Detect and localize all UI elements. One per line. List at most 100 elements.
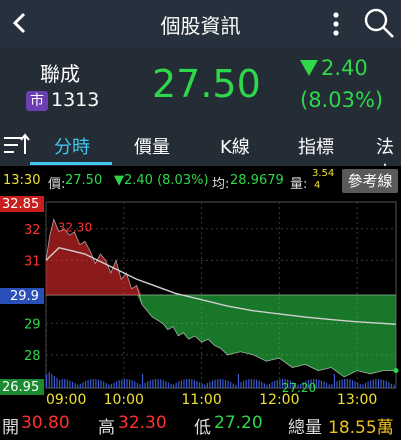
volume-bar-134 <box>219 379 221 388</box>
volume-bar-258 <box>380 379 382 388</box>
volume-bar-154 <box>245 379 247 388</box>
info-bar: 13:30 價: 27.50 ▼2.40 (8.03%) 均: 28.9679 … <box>0 166 401 196</box>
more-button[interactable] <box>326 8 346 40</box>
volume-bar-28 <box>82 382 84 388</box>
volume-bar-72 <box>139 384 141 388</box>
volume-bar-224 <box>336 381 338 388</box>
volume-bar-166 <box>261 381 263 388</box>
volume-bar-216 <box>326 382 328 388</box>
volume-bar-214 <box>323 381 325 388</box>
volume-bar-136 <box>222 379 224 388</box>
info-time: 13:30 <box>3 173 41 188</box>
x-tick-2: 11:00 <box>181 392 221 408</box>
volume-bar-152 <box>243 380 245 388</box>
volume-bar-114 <box>193 380 195 388</box>
price-change-percent: (8.03%) <box>300 88 384 112</box>
volume-bar-144 <box>232 383 234 388</box>
low-value: 27.20 <box>214 413 263 433</box>
volume-bar-80 <box>149 380 151 388</box>
volume-bar-148 <box>237 374 240 388</box>
volume-bar-138 <box>224 379 227 388</box>
volume-bar-46 <box>105 383 107 388</box>
total-volume-label: 總量 <box>288 418 322 438</box>
volume-bar-88 <box>160 379 162 388</box>
volume-bar-42 <box>100 380 102 388</box>
last-price: 27.50 <box>152 62 261 106</box>
volume-bar-102 <box>178 381 180 388</box>
summary-bar: 開 30.80 高 32.30 低 27.20 總量 18.55萬 <box>0 408 401 440</box>
volume-bar-156 <box>248 379 250 388</box>
reference-line-button[interactable]: 參考線 <box>342 169 398 193</box>
tab-menu-button[interactable] <box>2 132 30 158</box>
x-tick-0: 09:00 <box>46 392 86 408</box>
price-fill-down <box>46 295 396 377</box>
info-vol-bottom: 4 <box>314 180 321 191</box>
volume-bar-0 <box>46 374 48 388</box>
volume-bar-104 <box>180 380 183 388</box>
volume-bar-10 <box>58 380 61 388</box>
volume-bar-234 <box>349 379 351 388</box>
volume-bar-260 <box>383 380 385 388</box>
volume-bar-218 <box>328 384 330 388</box>
volume-bar-158 <box>250 379 253 388</box>
stock-name: 聯成 <box>40 62 80 86</box>
search-button[interactable] <box>362 6 396 40</box>
volume-bar-98 <box>173 384 175 388</box>
volume-bar-60 <box>123 379 125 388</box>
volume-bar-44 <box>103 381 105 388</box>
volume-bar-232 <box>346 379 348 388</box>
y-tick-3: 28 <box>24 349 41 364</box>
tab-price-volume[interactable]: 價量 <box>134 133 170 159</box>
volume-bar-6 <box>53 376 55 388</box>
volume-bar-116 <box>196 381 198 388</box>
info-change-value: 2.40 (8.03%) <box>124 173 209 188</box>
volume-bar-130 <box>214 379 216 388</box>
volume-bar-210 <box>318 379 320 388</box>
volume-bar-244 <box>362 384 364 388</box>
volume-bar-8 <box>56 378 58 388</box>
volume-bar-128 <box>211 380 214 388</box>
volume-bar-22 <box>74 383 76 388</box>
volume-bar-170 <box>266 384 268 388</box>
volume-bar-84 <box>154 379 157 388</box>
volume-bar-18 <box>69 380 71 388</box>
volume-bar-4 <box>51 374 53 388</box>
open-label: 開 <box>2 418 19 438</box>
menu-sort-icon <box>4 133 30 154</box>
more-vertical-icon <box>333 12 339 36</box>
volume-bar-164 <box>258 380 260 388</box>
search-icon <box>364 8 394 38</box>
info-vol-top: 3.54 <box>312 168 335 179</box>
max-price-label: 32.30 <box>58 220 92 234</box>
y-tick-1: 31 <box>24 254 41 269</box>
volume-bar-70 <box>136 382 138 388</box>
volume-bar-38 <box>95 379 97 388</box>
volume-bar-52 <box>113 382 115 388</box>
volume-bar-172 <box>268 383 271 388</box>
app-header: 個股資訊 <box>0 0 401 48</box>
volume-bar-90 <box>162 380 164 388</box>
info-change: ▼2.40 (8.03%) <box>114 173 209 188</box>
limit-up-label: 32.85 <box>2 197 39 212</box>
volume-bar-212 <box>320 380 323 388</box>
volume-bar-24 <box>77 384 79 388</box>
total-volume-value: 18.55萬 <box>328 418 394 438</box>
high-label: 高 <box>98 418 115 438</box>
volume-bar-160 <box>253 379 255 388</box>
reference-label: 29.9 <box>10 289 39 304</box>
volume-bar-266 <box>390 383 393 388</box>
tab-intraday[interactable]: 分時 <box>54 133 90 159</box>
volume-bar-78 <box>147 381 149 388</box>
volume-bar-50 <box>110 383 113 388</box>
volume-bar-248 <box>367 381 369 388</box>
volume-bar-254 <box>375 379 377 388</box>
tab-kline[interactable]: K線 <box>220 133 250 159</box>
volume-bar-62 <box>126 379 128 388</box>
quote-panel: 聯成 市 1313 27.50 2.40 (8.03%) <box>0 48 401 122</box>
min-price-label: 27.20 <box>282 381 316 395</box>
volume-bar-92 <box>165 381 167 388</box>
price-change: 2.40 <box>300 56 368 80</box>
tab-indicators[interactable]: 指標 <box>298 133 334 159</box>
volume-bar-20 <box>71 381 74 388</box>
market-badge: 市 <box>26 91 48 111</box>
